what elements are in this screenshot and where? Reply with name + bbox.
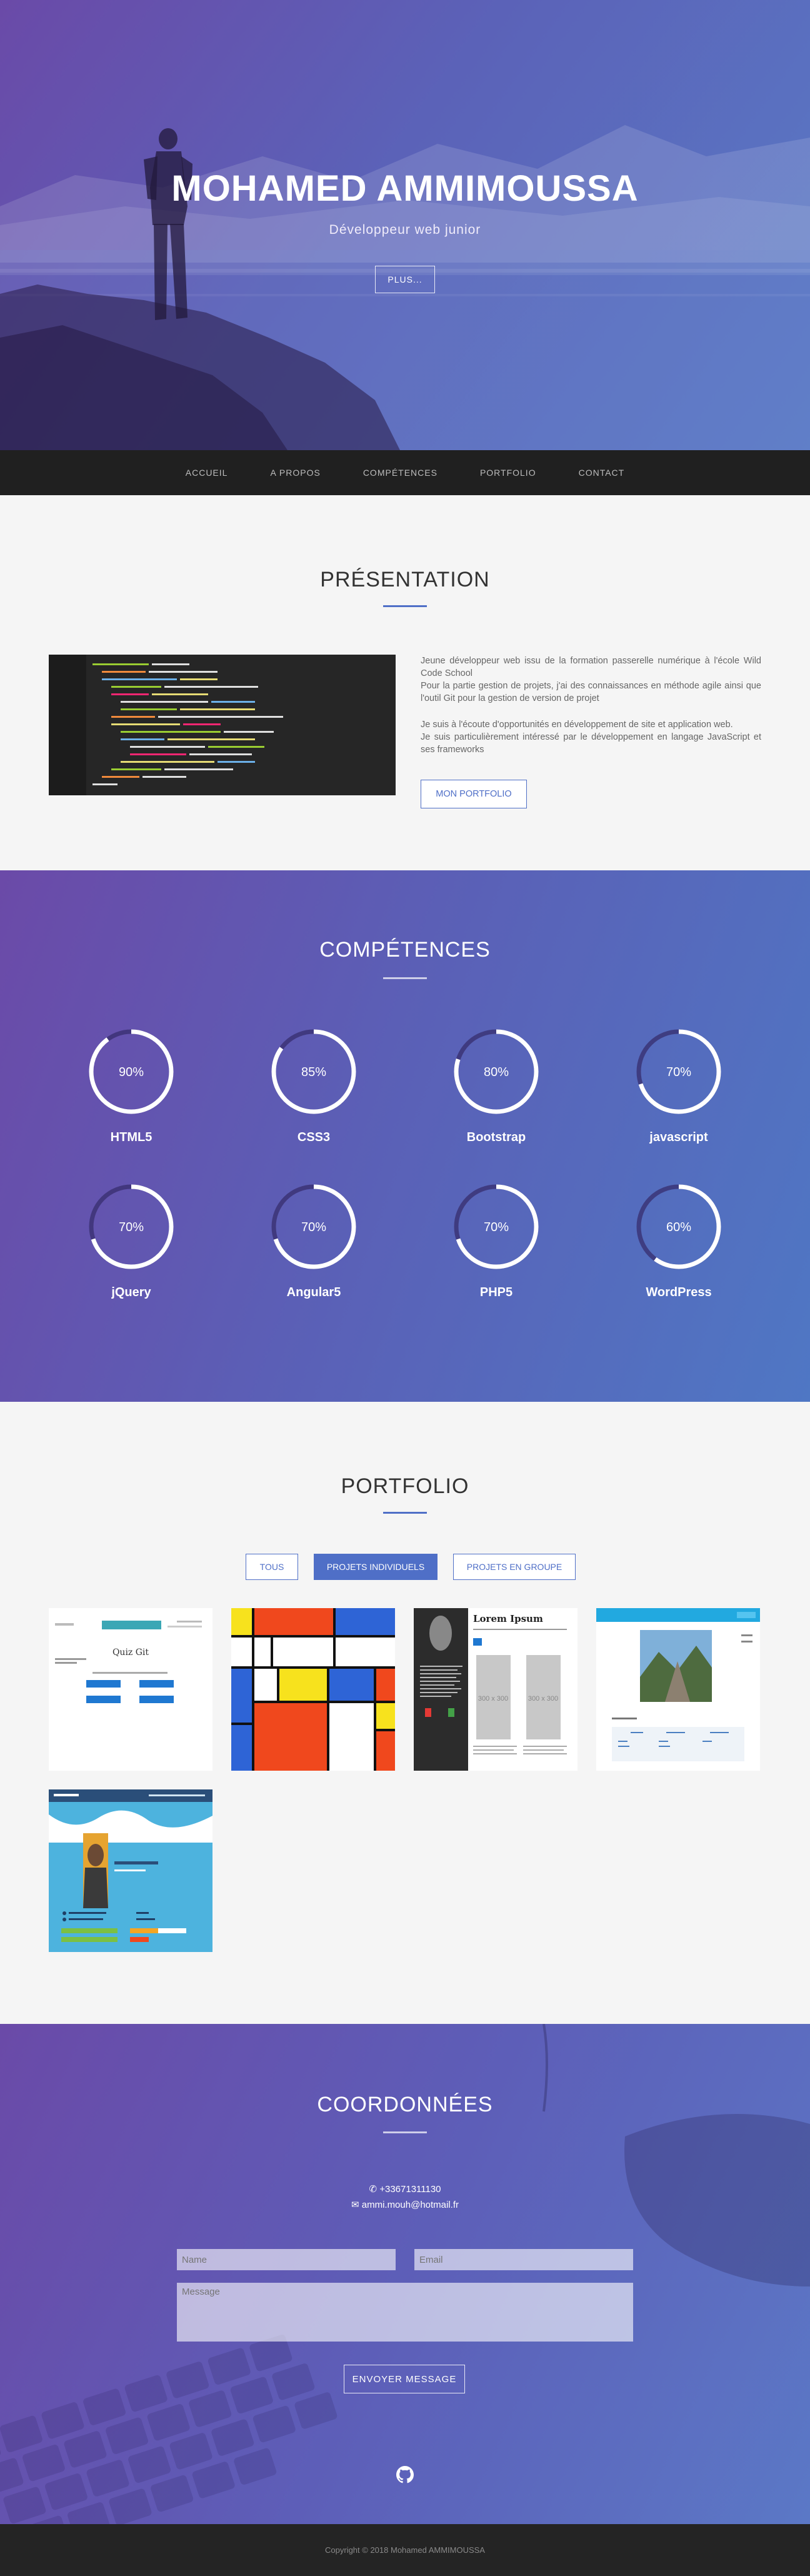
footer: Copyright © 2018 Mohamed AMMIMOUSSA	[0, 2524, 810, 2576]
main-navigation: ACCUEIL A PROPOS COMPÉTENCES PORTFOLIO C…	[0, 450, 810, 495]
code-screenshot-image	[49, 655, 396, 795]
presentation-paragraph: Je suis particulièrement intéressé par l…	[421, 732, 761, 755]
filter-group-button[interactable]: PROJETS EN GROUPE	[453, 1554, 576, 1580]
portfolio-title: PORTFOLIO	[341, 1474, 469, 1498]
skill-percent: 90%	[119, 1065, 144, 1079]
email-input[interactable]	[414, 2249, 633, 2270]
phone-number: +33671311130	[379, 2184, 441, 2195]
skill-percent: 80%	[484, 1065, 509, 1079]
skill-percent: 85%	[301, 1065, 326, 1079]
skill-percent: 70%	[301, 1220, 326, 1234]
skill-gauge: 85%	[271, 1029, 356, 1114]
portfolio-item-mondrian[interactable]	[231, 1608, 395, 1771]
portfolio-item-personal-site[interactable]	[49, 1789, 212, 1952]
skill-name: Bootstrap	[466, 1130, 526, 1144]
skill-item: 90% HTML5	[81, 1027, 181, 1145]
title-underline	[383, 605, 427, 607]
quiz-title-text: Quiz Git	[112, 1648, 149, 1658]
skill-gauge: 60%	[636, 1184, 721, 1269]
skill-name: javascript	[649, 1130, 708, 1144]
copyright-text: Copyright © 2018 Mohamed AMMIMOUSSA	[325, 2545, 485, 2555]
skills-title: COMPÉTENCES	[319, 938, 491, 962]
nav-item-a-propos[interactable]: A PROPOS	[270, 468, 320, 478]
skill-percent: 70%	[119, 1220, 144, 1234]
nav-item-contact[interactable]: CONTACT	[579, 468, 625, 478]
portfolio-section: PORTFOLIO TOUS PROJETS INDIVIDUELS PROJE…	[0, 1402, 810, 2024]
presentation-paragraph: Jeune développeur web issu de la formati…	[421, 656, 761, 678]
contact-title: COORDONNÉES	[317, 2093, 493, 2116]
phone-icon: ✆	[369, 2184, 380, 2195]
title-underline	[383, 2131, 427, 2133]
email-line: ✉ ammi.mouh@hotmail.fr	[0, 2199, 810, 2210]
skill-item: 60% WordPress	[629, 1182, 729, 1300]
envelope-icon: ✉	[351, 2200, 362, 2210]
skills-section: COMPÉTENCES 90% HTML5 85% CSS3 80% Bootstrap 7…	[0, 870, 810, 1402]
placeholder-image-text: 300 x 300	[478, 1695, 508, 1703]
presentation-section: PRÉSENTATION Jeune développeur web issu …	[0, 495, 810, 870]
nav-item-accueil[interactable]: ACCUEIL	[186, 468, 228, 478]
placeholder-image-text: 300 x 300	[528, 1695, 558, 1703]
phone-line: ✆ +33671311130	[0, 2183, 810, 2195]
presentation-text: Jeune développeur web issu de la formati…	[421, 655, 761, 756]
github-icon[interactable]	[396, 2466, 414, 2483]
hero-subtitle: Développeur web junior	[329, 223, 481, 237]
my-portfolio-button[interactable]: MON PORTFOLIO	[421, 780, 527, 808]
presentation-paragraph: Je suis à l'écoute d'opportunités en dév…	[421, 720, 733, 730]
skill-percent: 60%	[666, 1220, 691, 1234]
skill-name: jQuery	[111, 1285, 151, 1299]
presentation-paragraph: Pour la partie gestion de projets, j'ai …	[421, 681, 761, 703]
skill-percent: 70%	[666, 1065, 691, 1079]
portfolio-item-lorem[interactable]: Lorem Ipsum 300 x 300 300 x 300	[414, 1608, 578, 1771]
contact-section: COORDONNÉES ✆ +33671311130 ✉ ammi.mouh@h…	[0, 2024, 810, 2524]
email-address: ammi.mouh@hotmail.fr	[361, 2200, 459, 2210]
portfolio-item-quiz[interactable]: Quiz Git	[49, 1608, 212, 1771]
filter-all-button[interactable]: TOUS	[246, 1554, 298, 1580]
skill-name: HTML5	[110, 1130, 152, 1144]
skill-item: 80% Bootstrap	[446, 1027, 546, 1145]
skill-item: 70% PHP5	[446, 1182, 546, 1300]
skill-gauge: 70%	[89, 1184, 174, 1269]
skill-item: 85% CSS3	[264, 1027, 364, 1145]
skill-item: 70% Angular5	[264, 1182, 364, 1300]
skill-item: 70% jQuery	[81, 1182, 181, 1300]
message-input[interactable]	[177, 2283, 633, 2342]
title-underline	[383, 1512, 427, 1514]
nav-item-competences[interactable]: COMPÉTENCES	[363, 468, 438, 478]
hero-section: MOHAMED AMMIMOUSSA Développeur web junio…	[0, 0, 810, 450]
more-button[interactable]: PLUS...	[375, 266, 435, 293]
skill-name: PHP5	[479, 1285, 513, 1299]
skill-gauge: 70%	[636, 1029, 721, 1114]
skill-gauge: 80%	[454, 1029, 539, 1114]
filter-individual-button[interactable]: PROJETS INDIVIDUELS	[314, 1554, 438, 1580]
presentation-title: PRÉSENTATION	[320, 568, 490, 591]
skill-gauge: 90%	[89, 1029, 174, 1114]
skill-name: CSS3	[297, 1130, 331, 1144]
skill-name: WordPress	[646, 1285, 712, 1299]
title-underline	[383, 977, 427, 979]
nav-item-portfolio[interactable]: PORTFOLIO	[480, 468, 536, 478]
skill-percent: 70%	[484, 1220, 509, 1234]
name-input[interactable]	[177, 2249, 396, 2270]
skill-gauge: 70%	[271, 1184, 356, 1269]
skill-item: 70% javascript	[629, 1027, 729, 1145]
hero-title: MOHAMED AMMIMOUSSA	[171, 168, 639, 209]
portfolio-item-travel[interactable]	[596, 1608, 760, 1771]
skill-gauge: 70%	[454, 1184, 539, 1269]
send-message-button[interactable]: ENVOYER MESSAGE	[344, 2365, 465, 2393]
lorem-title-text: Lorem Ipsum	[473, 1613, 543, 1624]
skill-name: Angular5	[286, 1285, 341, 1299]
